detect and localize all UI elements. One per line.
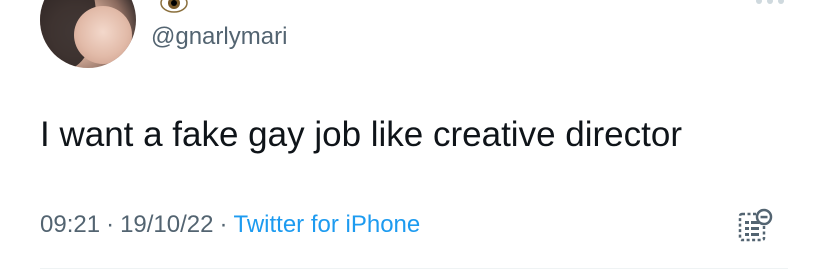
- tweet: @gnarlymari I want a fake gay job like c…: [0, 0, 828, 275]
- divider: [40, 268, 788, 269]
- avatar-face: [74, 6, 132, 64]
- meta-separator: ·: [106, 211, 115, 238]
- analytics-icon[interactable]: [736, 207, 774, 245]
- avatar[interactable]: [40, 0, 136, 68]
- tweet-time[interactable]: 09:21: [40, 211, 100, 238]
- tweet-meta: 09:21 · 19/10/22 · Twitter for iPhone: [40, 210, 420, 240]
- tweet-text: I want a fake gay job like creative dire…: [40, 115, 682, 154]
- tweet-date[interactable]: 19/10/22: [120, 211, 213, 238]
- eye-emoji-icon: [160, 0, 188, 13]
- meta-separator: ·: [219, 211, 228, 238]
- more-dots-icon[interactable]: [752, 0, 788, 8]
- tweet-source-link[interactable]: Twitter for iPhone: [233, 211, 420, 238]
- author-handle[interactable]: @gnarlymari: [151, 23, 287, 51]
